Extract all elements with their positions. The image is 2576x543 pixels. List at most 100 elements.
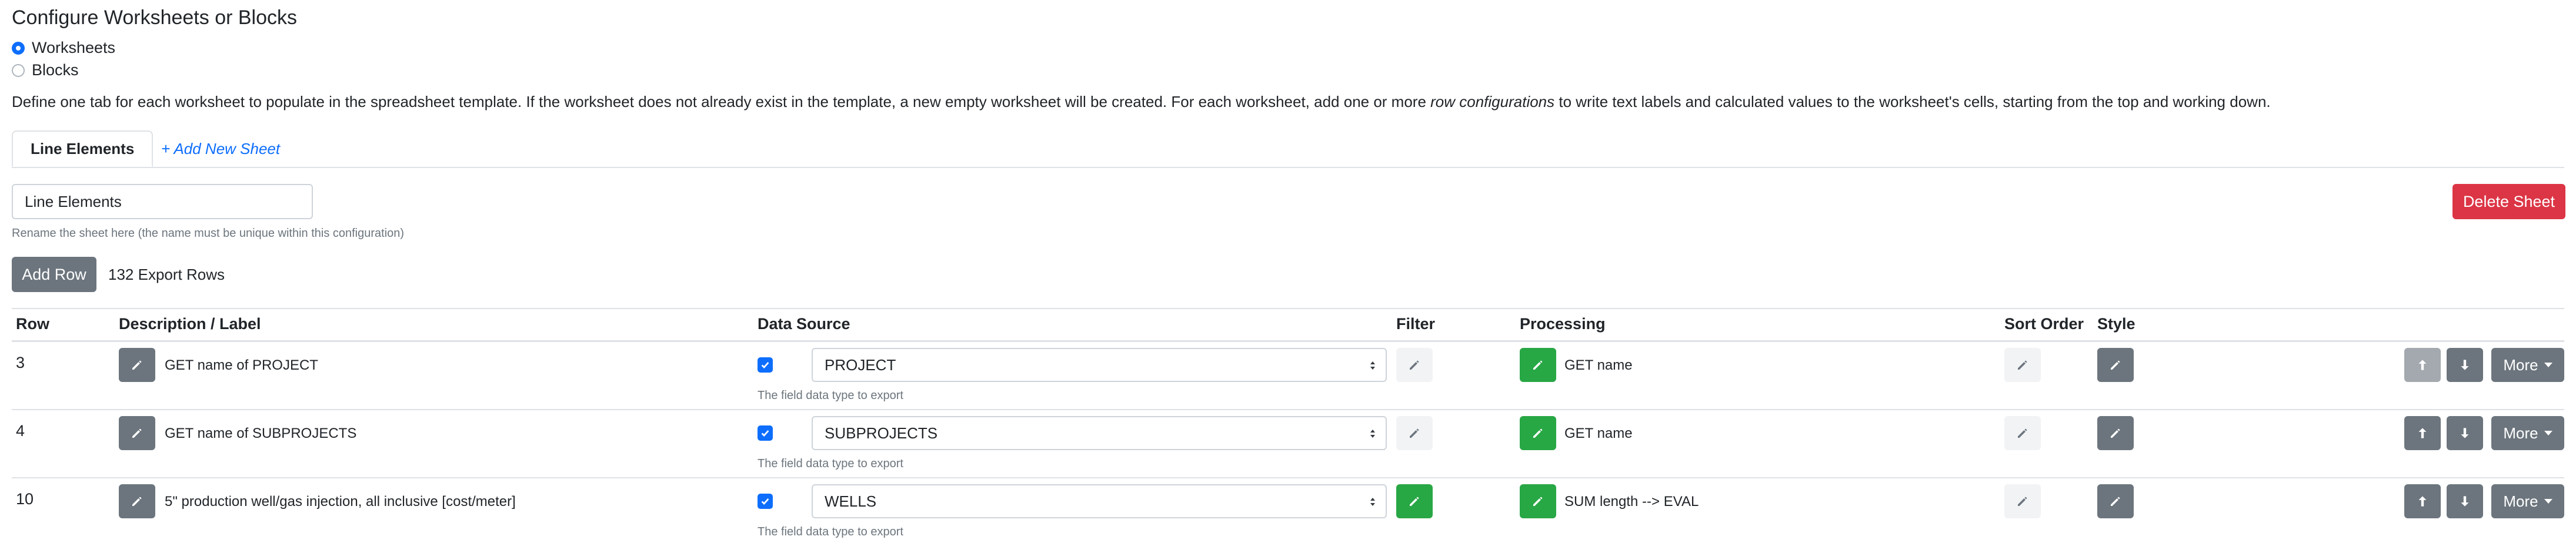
select-caret-icon [1370,430,1375,438]
radio-worksheets-label: Worksheets [32,39,116,56]
processing-text: GET name [1564,357,1633,373]
row-number: 3 [16,354,25,371]
move-up-button[interactable] [2404,348,2441,382]
pencil-icon [1533,360,1543,370]
edit-sort-button[interactable] [2004,484,2041,518]
select-caret-icon [1370,498,1375,506]
source-checkbox[interactable] [758,494,773,509]
header-source: Data Source [758,315,850,333]
edit-sort-button[interactable] [2004,348,2041,382]
data-source-select[interactable]: SUBPROJECTS [812,416,1387,450]
edit-label-button[interactable] [119,416,155,450]
data-source-value: PROJECT [825,356,896,374]
header-row: Row [16,315,49,333]
header-sort: Sort Order [2004,315,2084,333]
row-label: 5" production well/gas injection, all in… [165,494,516,510]
pencil-icon [2111,428,2120,438]
edit-processing-button[interactable] [1520,484,1556,518]
pencil-icon [1533,497,1543,506]
arrow-up-icon [2418,496,2427,507]
description-text-2: to write text labels and calculated valu… [1554,93,2271,110]
header-label: Description / Label [119,315,261,333]
row-label: GET name of PROJECT [165,357,318,373]
data-source-value: SUBPROJECTS [825,424,938,442]
arrow-down-icon [2461,496,2469,507]
pencil-icon [1410,497,1419,506]
row-divider [12,409,2564,410]
chevron-down-icon [2544,499,2552,504]
data-source-select[interactable]: WELLS [812,484,1387,518]
pencil-icon [132,428,142,438]
sheet-name-help: Rename the sheet here (the name must be … [12,227,405,240]
edit-sort-button[interactable] [2004,416,2041,450]
radio-blocks-control[interactable] [12,63,25,77]
checkmark-icon [761,362,769,369]
radio-blocks-label: Blocks [32,61,79,79]
processing-text: GET name [1564,425,1633,441]
sheet-name-input[interactable] [12,184,313,219]
tab-line-elements[interactable]: Line Elements [12,130,154,167]
move-down-button[interactable] [2447,416,2483,450]
edit-label-button[interactable] [119,484,155,518]
chevron-down-icon [2544,431,2552,435]
data-source-value: WELLS [825,492,877,510]
page-description: Define one tab for each worksheet to pop… [12,93,2271,111]
header-filter: Filter [1396,315,1436,333]
sheet-tabs: Line Elements + Add New Sheet [12,130,2564,168]
pencil-icon [2111,360,2120,370]
add-new-sheet-link[interactable]: + Add New Sheet [161,130,280,167]
edit-style-button[interactable] [2097,348,2134,382]
pencil-icon [2018,497,2027,506]
edit-label-button[interactable] [119,348,155,382]
header-style: Style [2097,315,2135,333]
more-dropdown-button[interactable]: More [2491,416,2564,450]
move-up-button[interactable] [2404,416,2441,450]
row-divider [12,477,2564,478]
chevron-down-icon [2544,363,2552,367]
edit-filter-button[interactable] [1396,348,1433,382]
arrow-up-icon [2418,360,2427,370]
more-label: More [2503,424,2538,442]
edit-style-button[interactable] [2097,484,2134,518]
move-down-button[interactable] [2447,348,2483,382]
more-dropdown-button[interactable]: More [2491,348,2564,382]
pencil-icon [132,497,142,506]
edit-processing-button[interactable] [1520,416,1556,450]
source-help-text: The field data type to export [758,457,903,470]
select-caret-icon [1370,361,1375,370]
more-label: More [2503,356,2538,374]
pencil-icon [1533,428,1543,438]
pencil-icon [2018,360,2027,370]
arrow-up-icon [2418,428,2427,438]
edit-filter-button[interactable] [1396,484,1433,518]
radio-blocks[interactable]: Blocks [12,61,79,79]
edit-style-button[interactable] [2097,416,2134,450]
source-help-text: The field data type to export [758,525,903,538]
edit-filter-button[interactable] [1396,416,1433,450]
radio-worksheets-control[interactable] [12,41,25,55]
edit-processing-button[interactable] [1520,348,1556,382]
table-top-border [12,308,2564,309]
page-title: Configure Worksheets or Blocks [12,6,298,29]
row-number: 10 [16,490,34,508]
move-up-button[interactable] [2404,484,2441,518]
row-number: 4 [16,422,25,440]
source-help-text: The field data type to export [758,389,903,402]
radio-worksheets[interactable]: Worksheets [12,39,115,57]
more-dropdown-button[interactable]: More [2491,484,2564,518]
description-emphasis: row configurations [1430,93,1555,110]
table-header-border [12,340,2564,342]
pencil-icon [132,360,142,370]
arrow-down-icon [2461,360,2469,370]
source-checkbox[interactable] [758,425,773,441]
pencil-icon [1410,360,1419,370]
processing-text: SUM length --> EVAL [1564,494,1699,510]
description-text-1: Define one tab for each worksheet to pop… [12,93,1431,110]
move-down-button[interactable] [2447,484,2483,518]
data-source-select[interactable]: PROJECT [812,348,1387,382]
arrow-down-icon [2461,428,2469,438]
source-checkbox[interactable] [758,357,773,373]
add-row-button[interactable]: Add Row [12,257,96,292]
pencil-icon [1410,428,1419,438]
delete-sheet-button[interactable]: Delete Sheet [2452,184,2565,219]
